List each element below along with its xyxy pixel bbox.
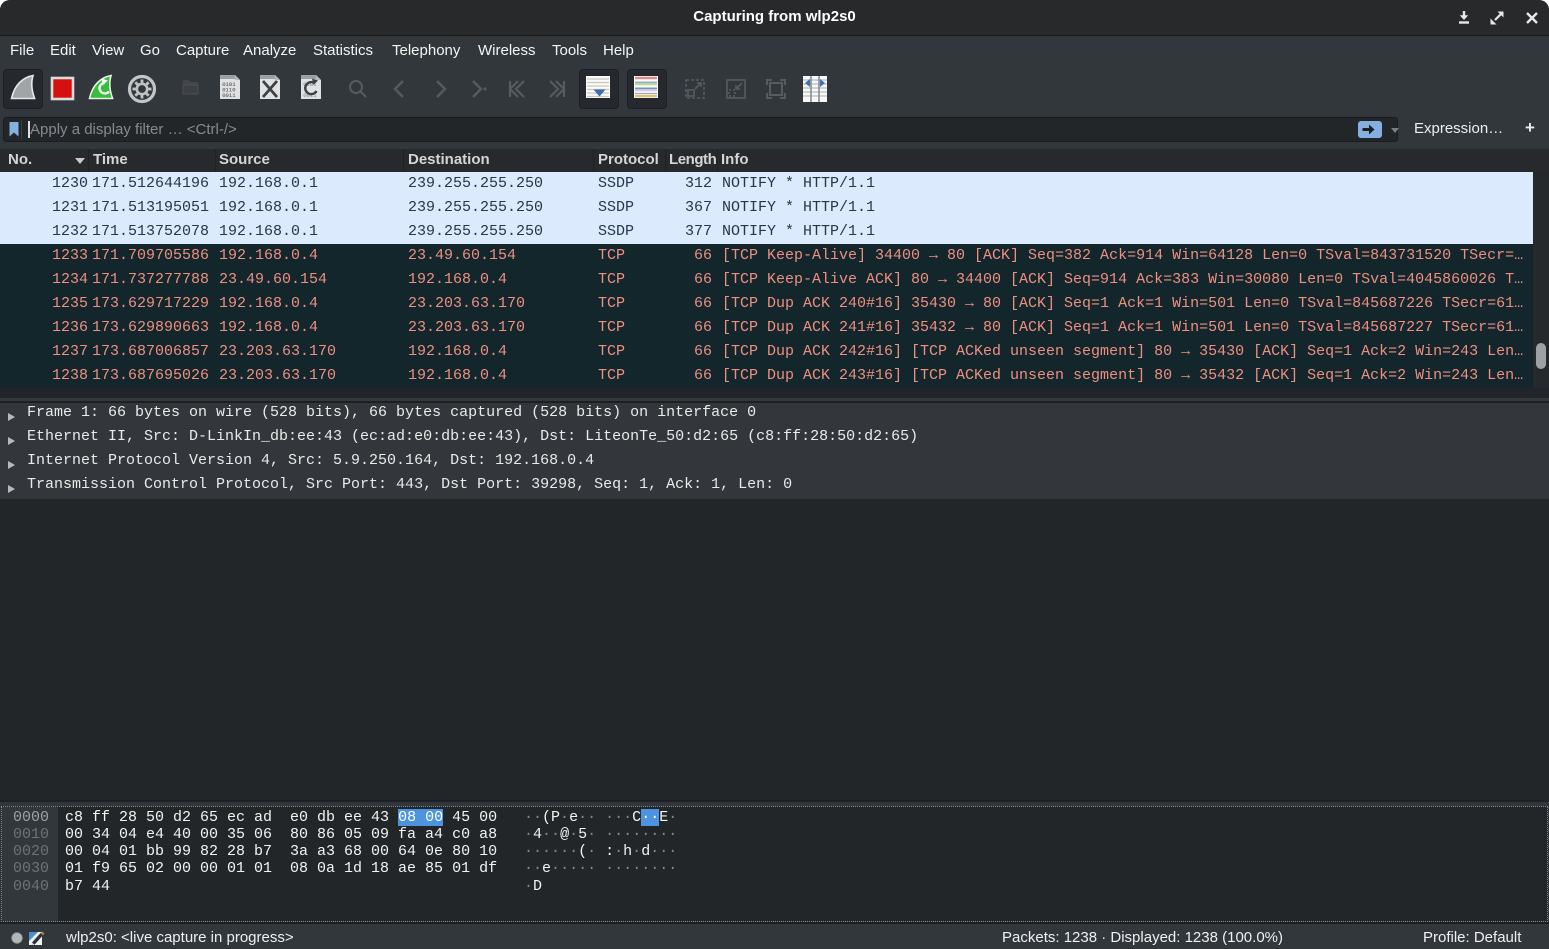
svg-text:0011: 0011 <box>222 92 236 99</box>
